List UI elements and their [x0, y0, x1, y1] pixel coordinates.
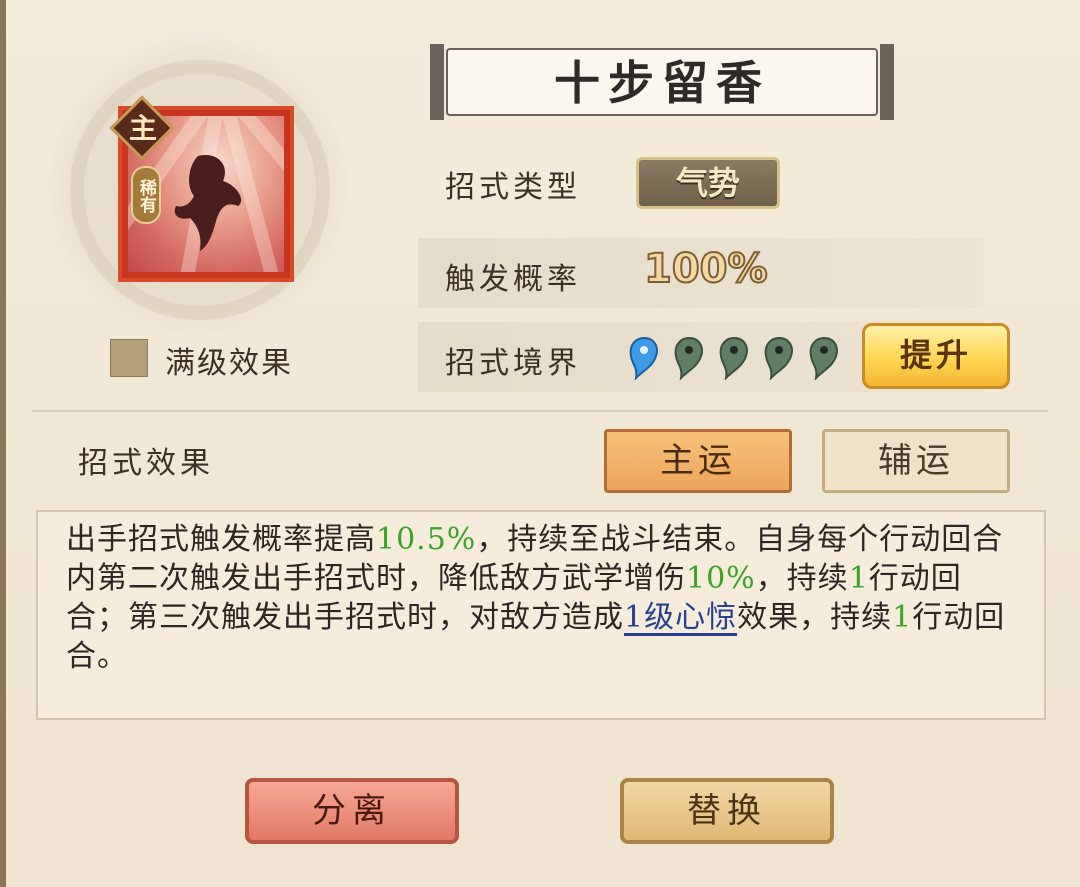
- section-divider: [32, 410, 1048, 412]
- realm-drop-active-icon: [629, 336, 658, 380]
- effect-value-highlight: 10%: [686, 561, 756, 596]
- status-effect-link[interactable]: 1级心惊: [624, 600, 737, 635]
- main-role-label: 主: [128, 112, 157, 145]
- effect-value-highlight: 10.5%: [376, 522, 477, 557]
- effect-text: 出手招式触发概率提高: [66, 522, 376, 557]
- realm-drop-inactive-icon: [674, 336, 703, 380]
- swap-button[interactable]: 替换: [620, 778, 834, 844]
- tab-main-effect[interactable]: 主运: [604, 429, 792, 493]
- skill-name: 十步留香: [446, 48, 878, 116]
- rarity-tag: 稀有: [131, 166, 161, 224]
- skill-type-badge: 气势: [636, 157, 780, 209]
- realm-label: 招式境界: [445, 346, 581, 381]
- realm-drop-inactive-icon: [719, 336, 748, 380]
- realm-drop-inactive-icon: [764, 336, 793, 380]
- effect-description: 出手招式触发概率提高10.5%，持续至战斗结束。自身每个行动回合内第二次触发出手…: [66, 520, 1016, 676]
- skill-title-plate: 十步留香: [430, 44, 894, 120]
- title-bracket-right: [880, 44, 894, 120]
- upgrade-button[interactable]: 提升: [862, 323, 1010, 389]
- effect-value-highlight: 1: [848, 561, 869, 596]
- realm-drop-inactive-icon: [809, 336, 838, 380]
- max-effect-label[interactable]: 满级效果: [165, 338, 293, 382]
- max-effect-checkbox[interactable]: [110, 339, 148, 377]
- tab-aux-effect[interactable]: 辅运: [822, 429, 1010, 493]
- title-bracket-left: [430, 44, 444, 120]
- trigger-rate-label: 触发概率: [445, 262, 581, 297]
- effect-text: ，持续: [755, 561, 849, 596]
- leaping-figure-icon: [174, 155, 242, 251]
- effect-section-label: 招式效果: [78, 446, 214, 481]
- main-role-badge: 主: [109, 95, 175, 161]
- effect-text: 效果，持续: [737, 600, 893, 635]
- panel-edge: [0, 0, 6, 887]
- split-button[interactable]: 分离: [245, 778, 459, 844]
- trigger-rate-value: 100%: [643, 245, 769, 293]
- effect-value-highlight: 1: [892, 600, 913, 635]
- skill-type-label: 招式类型: [445, 170, 581, 205]
